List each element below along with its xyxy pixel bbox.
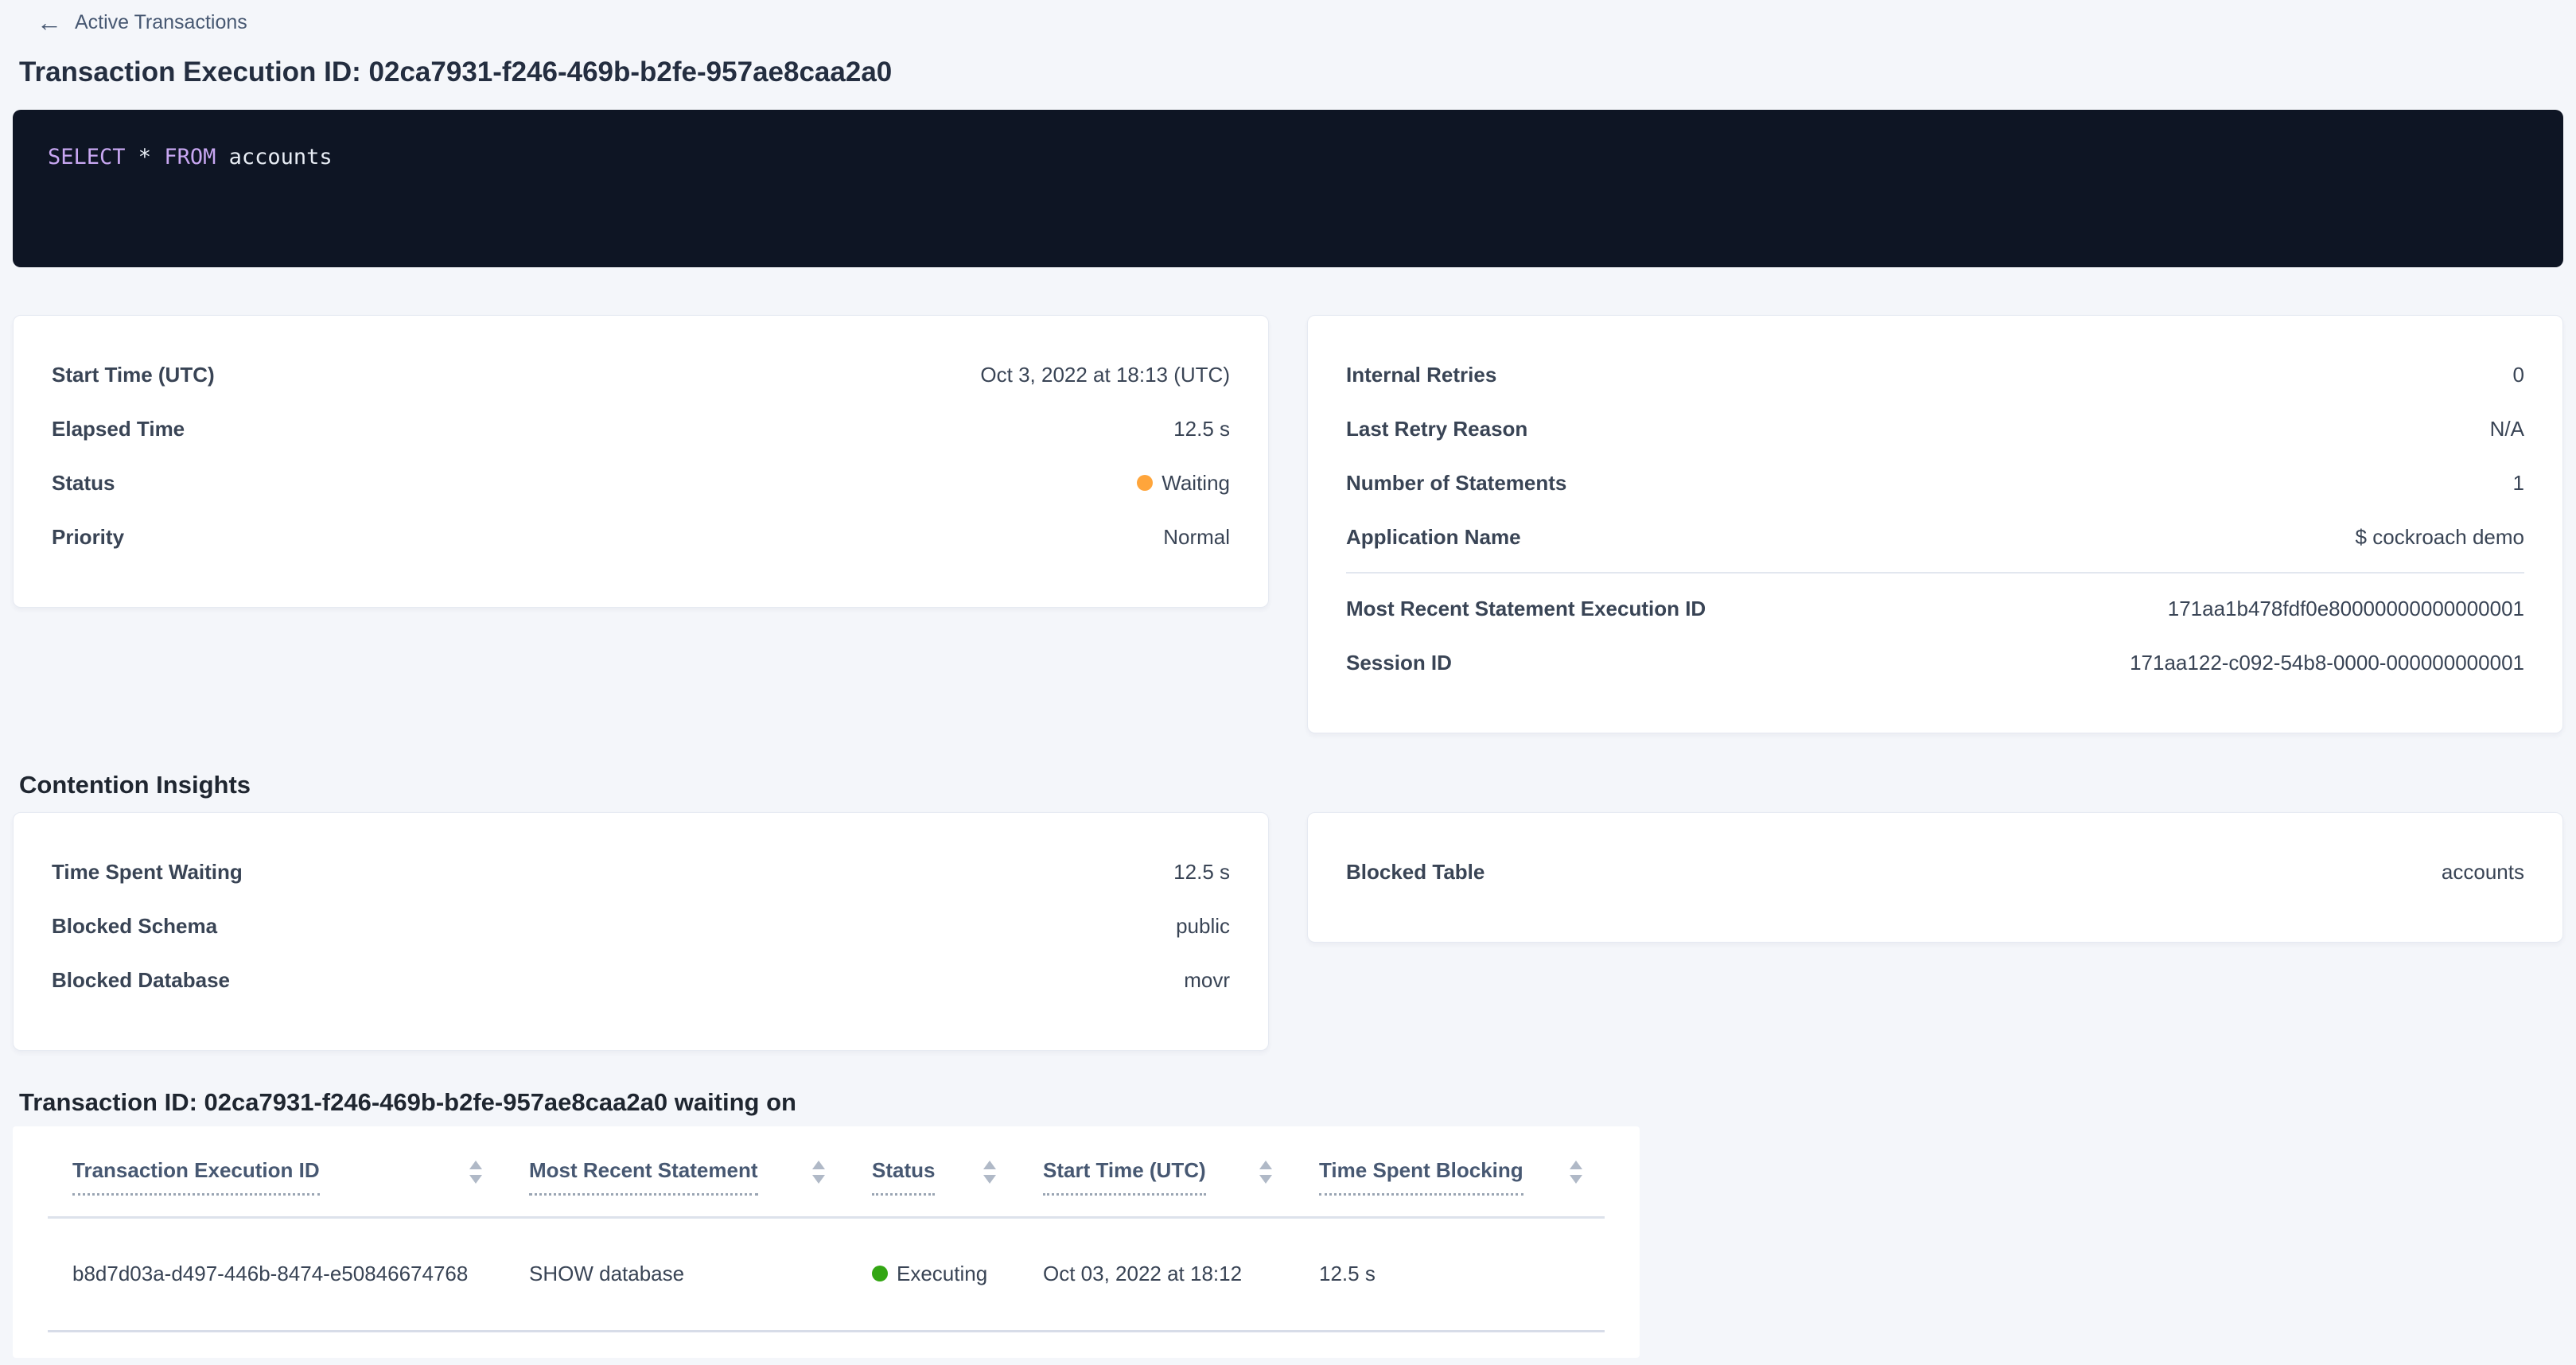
summary-row-session-id: Session ID 171aa122-c092-54b8-0000-00000… xyxy=(1346,636,2524,690)
row-value: accounts xyxy=(2442,860,2524,885)
waiting-status-dot-icon xyxy=(1137,475,1153,491)
column-header-label: Most Recent Statement xyxy=(529,1158,758,1195)
row-value: $ cockroach demo xyxy=(2356,525,2524,550)
summary-row-elapsed-time: Elapsed Time 12.5 s xyxy=(52,402,1230,456)
column-header-time-spent-blocking[interactable]: Time Spent Blocking xyxy=(1294,1158,1605,1195)
status-text: Waiting xyxy=(1162,471,1230,495)
summary-row-start-time: Start Time (UTC) Oct 3, 2022 at 18:13 (U… xyxy=(52,348,1230,402)
sort-icon[interactable] xyxy=(1259,1161,1272,1184)
summary-row-number-of-statements: Number of Statements 1 xyxy=(1346,456,2524,510)
row-label: Priority xyxy=(52,525,124,550)
column-header-start-time[interactable]: Start Time (UTC) xyxy=(1018,1158,1294,1195)
column-header-status[interactable]: Status xyxy=(847,1158,1018,1195)
summary-row-status: Status Waiting xyxy=(52,456,1230,510)
back-link[interactable]: ← Active Transactions xyxy=(0,0,247,35)
statement-execution-id-link[interactable]: 171aa1b478fdf0e80000000000000001 xyxy=(2168,597,2524,621)
sort-icon[interactable] xyxy=(1570,1161,1582,1184)
table-header-row: Transaction Execution ID Most Recent Sta… xyxy=(48,1126,1605,1218)
sort-icon[interactable] xyxy=(983,1161,996,1184)
cell-transaction-execution-id: b8d7d03a-d497-446b-8474-e50846674768 xyxy=(48,1262,504,1286)
summary-card-left: Start Time (UTC) Oct 3, 2022 at 18:13 (U… xyxy=(13,315,1269,608)
waiting-on-heading: Transaction ID: 02ca7931-f246-469b-b2fe-… xyxy=(19,1087,2550,1117)
cell-status: Executing xyxy=(847,1262,1018,1286)
row-label: Last Retry Reason xyxy=(1346,417,1527,441)
row-value: 12.5 s xyxy=(1173,417,1230,441)
row-label: Elapsed Time xyxy=(52,417,185,441)
row-value: N/A xyxy=(2490,417,2524,441)
waiting-on-table: Transaction Execution ID Most Recent Sta… xyxy=(13,1126,1640,1357)
summary-row-last-retry-reason: Last Retry Reason N/A xyxy=(1346,402,2524,456)
row-value: movr xyxy=(1184,968,1230,993)
column-header-label: Time Spent Blocking xyxy=(1319,1158,1523,1195)
row-label: Blocked Schema xyxy=(52,914,217,939)
column-header-transaction-execution-id[interactable]: Transaction Execution ID xyxy=(48,1158,504,1195)
page-title: Transaction Execution ID: 02ca7931-f246-… xyxy=(19,56,2550,89)
back-link-label: Active Transactions xyxy=(75,11,247,34)
sql-table-name: accounts xyxy=(216,145,332,169)
contention-cards-row: Time Spent Waiting 12.5 s Blocked Schema… xyxy=(13,812,2563,1051)
row-label: Time Spent Waiting xyxy=(52,860,243,885)
sort-icon[interactable] xyxy=(469,1161,482,1184)
summary-row-application-name: Application Name $ cockroach demo xyxy=(1346,510,2524,564)
contention-row-blocked-table: Blocked Table accounts xyxy=(1346,845,2524,899)
cell-most-recent-statement: SHOW database xyxy=(504,1262,847,1286)
row-label: Internal Retries xyxy=(1346,363,1496,387)
row-label: Number of Statements xyxy=(1346,471,1566,496)
cell-start-time: Oct 03, 2022 at 18:12 xyxy=(1018,1262,1294,1286)
transaction-details-page: ← Active Transactions Transaction Execut… xyxy=(0,0,2576,1365)
contention-card-left: Time Spent Waiting 12.5 s Blocked Schema… xyxy=(13,812,1269,1051)
sql-statement-box: SELECT * FROM accounts xyxy=(13,110,2563,267)
contention-insights-heading: Contention Insights xyxy=(19,770,2550,799)
table-row: b8d7d03a-d497-446b-8474-e50846674768 SHO… xyxy=(48,1219,1605,1332)
sql-keyword: SELECT xyxy=(48,145,126,169)
row-value: Normal xyxy=(1163,525,1230,550)
status-text: Executing xyxy=(897,1262,987,1285)
summary-cards-row: Start Time (UTC) Oct 3, 2022 at 18:13 (U… xyxy=(13,315,2563,733)
column-header-label: Transaction Execution ID xyxy=(72,1158,320,1195)
row-label: Status xyxy=(52,471,115,496)
row-label: Blocked Table xyxy=(1346,860,1485,885)
column-header-label: Start Time (UTC) xyxy=(1043,1158,1206,1195)
row-label: Session ID xyxy=(1346,651,1452,675)
row-value: public xyxy=(1176,914,1230,939)
sql-keyword: FROM xyxy=(164,145,216,169)
column-header-most-recent-statement[interactable]: Most Recent Statement xyxy=(504,1158,847,1195)
summary-row-priority: Priority Normal xyxy=(52,510,1230,564)
summary-row-internal-retries: Internal Retries 0 xyxy=(1346,348,2524,402)
status-badge: Waiting xyxy=(1137,471,1230,496)
summary-card-right: Internal Retries 0 Last Retry Reason N/A… xyxy=(1307,315,2563,733)
sql-text: * xyxy=(126,145,165,169)
row-value: 1 xyxy=(2513,471,2524,496)
contention-row-blocked-database: Blocked Database movr xyxy=(52,953,1230,1007)
left-arrow-icon: ← xyxy=(37,10,62,35)
card-divider xyxy=(1346,572,2524,574)
session-id-link[interactable]: 171aa122-c092-54b8-0000-000000000001 xyxy=(2130,651,2524,675)
row-label: Start Time (UTC) xyxy=(52,363,215,387)
row-value: Oct 3, 2022 at 18:13 (UTC) xyxy=(980,363,1230,387)
row-label: Most Recent Statement Execution ID xyxy=(1346,597,1706,621)
summary-row-statement-execution-id: Most Recent Statement Execution ID 171aa… xyxy=(1346,581,2524,636)
row-value: 12.5 s xyxy=(1173,860,1230,885)
sort-icon[interactable] xyxy=(812,1161,825,1184)
column-header-label: Status xyxy=(872,1158,935,1195)
contention-row-time-spent-waiting: Time Spent Waiting 12.5 s xyxy=(52,845,1230,899)
cell-time-spent-blocking: 12.5 s xyxy=(1294,1262,1605,1286)
row-label: Application Name xyxy=(1346,525,1521,550)
row-label: Blocked Database xyxy=(52,968,230,993)
contention-card-right: Blocked Table accounts xyxy=(1307,812,2563,943)
row-value: 0 xyxy=(2513,363,2524,387)
executing-status-dot-icon xyxy=(872,1266,888,1281)
contention-row-blocked-schema: Blocked Schema public xyxy=(52,899,1230,953)
